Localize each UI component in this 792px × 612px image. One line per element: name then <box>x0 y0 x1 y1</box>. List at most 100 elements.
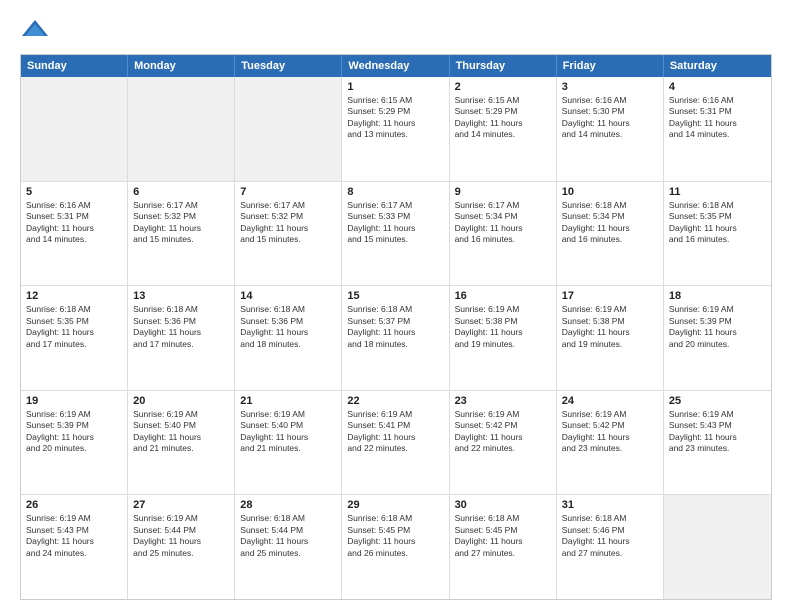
day-info: Sunrise: 6:19 AMSunset: 5:40 PMDaylight:… <box>240 409 336 455</box>
day-cell-27: 27 Sunrise: 6:19 AMSunset: 5:44 PMDayligh… <box>128 495 235 599</box>
day-info: Sunrise: 6:18 AMSunset: 5:37 PMDaylight:… <box>347 304 443 350</box>
day-number: 20 <box>133 395 229 407</box>
day-cell-empty <box>664 495 771 599</box>
day-cell-20: 20 Sunrise: 6:19 AMSunset: 5:40 PMDayligh… <box>128 391 235 495</box>
header-day-sunday: Sunday <box>21 55 128 77</box>
day-number: 15 <box>347 290 443 302</box>
day-cell-5: 5 Sunrise: 6:16 AMSunset: 5:31 PMDaylight… <box>21 182 128 286</box>
calendar-week-5: 26 Sunrise: 6:19 AMSunset: 5:43 PMDayligh… <box>21 494 771 599</box>
day-info: Sunrise: 6:19 AMSunset: 5:39 PMDaylight:… <box>669 304 766 350</box>
page: SundayMondayTuesdayWednesdayThursdayFrid… <box>0 0 792 612</box>
day-info: Sunrise: 6:19 AMSunset: 5:43 PMDaylight:… <box>26 513 122 559</box>
header-day-thursday: Thursday <box>450 55 557 77</box>
day-cell-2: 2 Sunrise: 6:15 AMSunset: 5:29 PMDaylight… <box>450 77 557 181</box>
day-number: 13 <box>133 290 229 302</box>
day-cell-21: 21 Sunrise: 6:19 AMSunset: 5:40 PMDayligh… <box>235 391 342 495</box>
day-number: 31 <box>562 499 658 511</box>
day-number: 27 <box>133 499 229 511</box>
day-cell-12: 12 Sunrise: 6:18 AMSunset: 5:35 PMDayligh… <box>21 286 128 390</box>
day-info: Sunrise: 6:18 AMSunset: 5:35 PMDaylight:… <box>26 304 122 350</box>
header-day-friday: Friday <box>557 55 664 77</box>
day-cell-22: 22 Sunrise: 6:19 AMSunset: 5:41 PMDayligh… <box>342 391 449 495</box>
day-info: Sunrise: 6:18 AMSunset: 5:45 PMDaylight:… <box>347 513 443 559</box>
day-cell-29: 29 Sunrise: 6:18 AMSunset: 5:45 PMDayligh… <box>342 495 449 599</box>
day-info: Sunrise: 6:17 AMSunset: 5:32 PMDaylight:… <box>240 200 336 246</box>
day-info: Sunrise: 6:18 AMSunset: 5:46 PMDaylight:… <box>562 513 658 559</box>
day-info: Sunrise: 6:18 AMSunset: 5:36 PMDaylight:… <box>133 304 229 350</box>
day-cell-7: 7 Sunrise: 6:17 AMSunset: 5:32 PMDaylight… <box>235 182 342 286</box>
day-number: 3 <box>562 81 658 93</box>
day-cell-empty <box>128 77 235 181</box>
header-day-monday: Monday <box>128 55 235 77</box>
day-cell-24: 24 Sunrise: 6:19 AMSunset: 5:42 PMDayligh… <box>557 391 664 495</box>
day-cell-25: 25 Sunrise: 6:19 AMSunset: 5:43 PMDayligh… <box>664 391 771 495</box>
day-cell-empty <box>235 77 342 181</box>
day-cell-18: 18 Sunrise: 6:19 AMSunset: 5:39 PMDayligh… <box>664 286 771 390</box>
day-cell-17: 17Sunrise: 6:19 AMSunset: 5:38 PMDayligh… <box>557 286 664 390</box>
day-cell-23: 23Sunrise: 6:19 AMSunset: 5:42 PMDayligh… <box>450 391 557 495</box>
day-info: Sunrise: 6:19 AMSunset: 5:39 PMDaylight:… <box>26 409 122 455</box>
day-cell-empty <box>21 77 128 181</box>
day-info: Sunrise: 6:16 AMSunset: 5:31 PMDaylight:… <box>669 95 766 141</box>
day-info: Sunrise: 6:15 AMSunset: 5:29 PMDaylight:… <box>455 95 551 141</box>
day-number: 19 <box>26 395 122 407</box>
logo-icon <box>20 16 50 46</box>
day-number: 5 <box>26 186 122 198</box>
day-cell-6: 6Sunrise: 6:17 AMSunset: 5:32 PMDaylight… <box>128 182 235 286</box>
day-number: 18 <box>669 290 766 302</box>
day-number: 29 <box>347 499 443 511</box>
day-number: 22 <box>347 395 443 407</box>
calendar-week-1: 1 Sunrise: 6:15 AMSunset: 5:29 PMDaylight… <box>21 77 771 181</box>
day-info: Sunrise: 6:19 AMSunset: 5:41 PMDaylight:… <box>347 409 443 455</box>
day-cell-3: 3 Sunrise: 6:16 AMSunset: 5:30 PMDaylight… <box>557 77 664 181</box>
day-number: 9 <box>455 186 551 198</box>
day-info: Sunrise: 6:18 AMSunset: 5:45 PMDaylight:… <box>455 513 551 559</box>
day-number: 11 <box>669 186 766 198</box>
day-cell-10: 10Sunrise: 6:18 AMSunset: 5:34 PMDayligh… <box>557 182 664 286</box>
day-number: 26 <box>26 499 122 511</box>
day-info: Sunrise: 6:19 AMSunset: 5:43 PMDaylight:… <box>669 409 766 455</box>
calendar: SundayMondayTuesdayWednesdayThursdayFrid… <box>20 54 772 600</box>
header-day-saturday: Saturday <box>664 55 771 77</box>
day-number: 21 <box>240 395 336 407</box>
day-number: 17 <box>562 290 658 302</box>
day-number: 7 <box>240 186 336 198</box>
day-cell-4: 4 Sunrise: 6:16 AMSunset: 5:31 PMDaylight… <box>664 77 771 181</box>
calendar-header: SundayMondayTuesdayWednesdayThursdayFrid… <box>21 55 771 77</box>
day-info: Sunrise: 6:19 AMSunset: 5:38 PMDaylight:… <box>455 304 551 350</box>
day-cell-31: 31 Sunrise: 6:18 AMSunset: 5:46 PMDayligh… <box>557 495 664 599</box>
day-info: Sunrise: 6:19 AMSunset: 5:40 PMDaylight:… <box>133 409 229 455</box>
day-number: 28 <box>240 499 336 511</box>
day-number: 24 <box>562 395 658 407</box>
day-cell-14: 14Sunrise: 6:18 AMSunset: 5:36 PMDayligh… <box>235 286 342 390</box>
day-cell-19: 19 Sunrise: 6:19 AMSunset: 5:39 PMDayligh… <box>21 391 128 495</box>
day-info: Sunrise: 6:18 AMSunset: 5:36 PMDaylight:… <box>240 304 336 350</box>
day-info: Sunrise: 6:17 AMSunset: 5:33 PMDaylight:… <box>347 200 443 246</box>
day-cell-26: 26 Sunrise: 6:19 AMSunset: 5:43 PMDayligh… <box>21 495 128 599</box>
day-number: 8 <box>347 186 443 198</box>
day-number: 10 <box>562 186 658 198</box>
logo <box>20 16 54 46</box>
day-number: 4 <box>669 81 766 93</box>
day-number: 2 <box>455 81 551 93</box>
day-info: Sunrise: 6:19 AMSunset: 5:42 PMDaylight:… <box>562 409 658 455</box>
day-info: Sunrise: 6:19 AMSunset: 5:44 PMDaylight:… <box>133 513 229 559</box>
day-info: Sunrise: 6:16 AMSunset: 5:31 PMDaylight:… <box>26 200 122 246</box>
calendar-body: 1 Sunrise: 6:15 AMSunset: 5:29 PMDaylight… <box>21 77 771 599</box>
header-day-wednesday: Wednesday <box>342 55 449 77</box>
day-number: 6 <box>133 186 229 198</box>
day-cell-30: 30 Sunrise: 6:18 AMSunset: 5:45 PMDayligh… <box>450 495 557 599</box>
day-number: 1 <box>347 81 443 93</box>
day-info: Sunrise: 6:18 AMSunset: 5:35 PMDaylight:… <box>669 200 766 246</box>
day-number: 12 <box>26 290 122 302</box>
calendar-week-4: 19 Sunrise: 6:19 AMSunset: 5:39 PMDayligh… <box>21 390 771 495</box>
day-number: 25 <box>669 395 766 407</box>
day-info: Sunrise: 6:15 AMSunset: 5:29 PMDaylight:… <box>347 95 443 141</box>
calendar-week-3: 12 Sunrise: 6:18 AMSunset: 5:35 PMDayligh… <box>21 285 771 390</box>
day-info: Sunrise: 6:18 AMSunset: 5:44 PMDaylight:… <box>240 513 336 559</box>
day-cell-15: 15 Sunrise: 6:18 AMSunset: 5:37 PMDayligh… <box>342 286 449 390</box>
day-number: 30 <box>455 499 551 511</box>
day-info: Sunrise: 6:16 AMSunset: 5:30 PMDaylight:… <box>562 95 658 141</box>
day-cell-28: 28 Sunrise: 6:18 AMSunset: 5:44 PMDayligh… <box>235 495 342 599</box>
day-info: Sunrise: 6:17 AMSunset: 5:34 PMDaylight:… <box>455 200 551 246</box>
